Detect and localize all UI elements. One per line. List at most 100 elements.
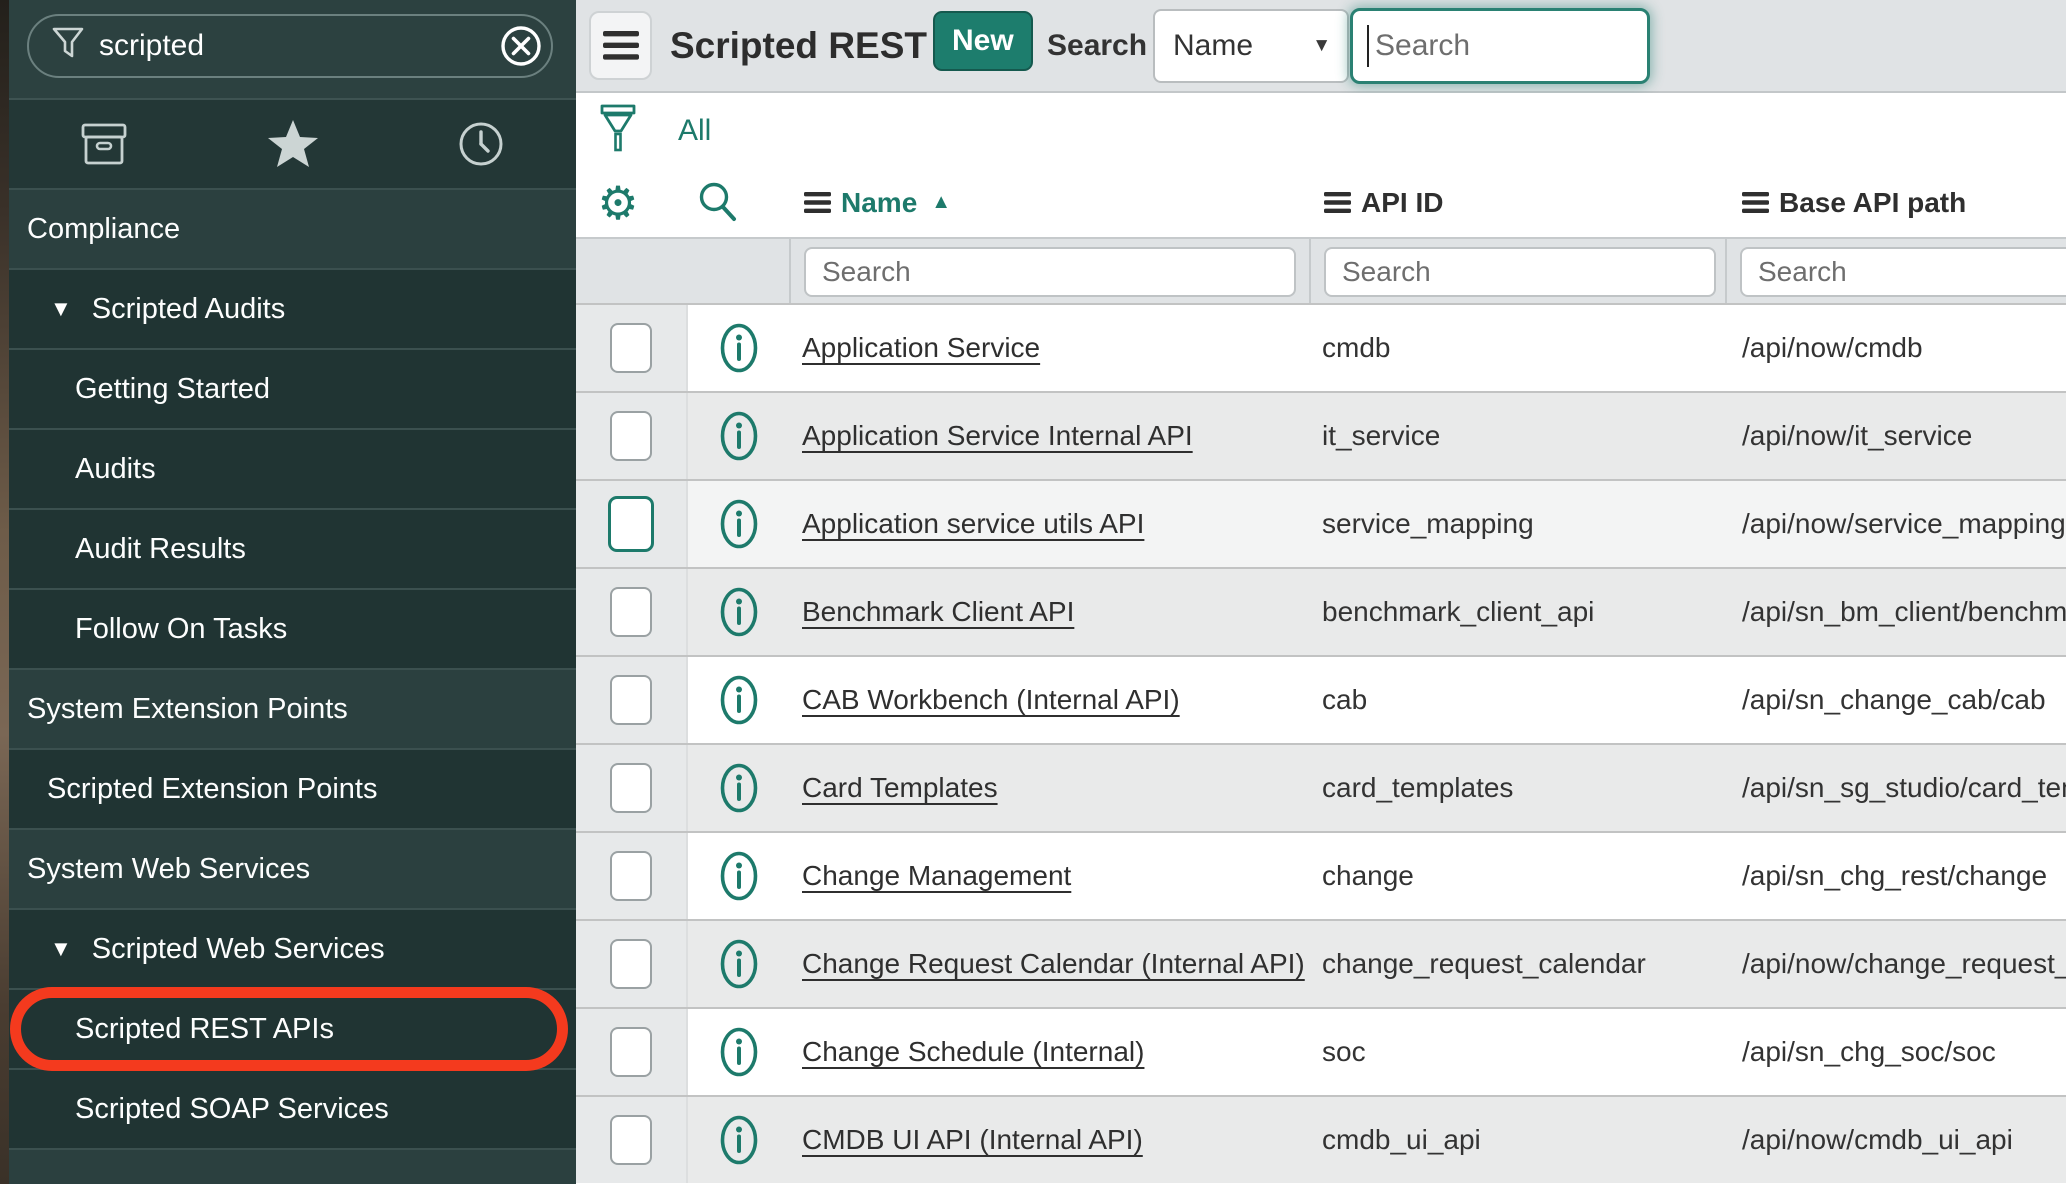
- name-cell: Change Request Calendar (Internal API): [789, 921, 1309, 1007]
- sidebar-item-blank: [0, 1148, 576, 1184]
- info-circle-icon[interactable]: [718, 584, 760, 640]
- table-row: CAB Workbench (Internal API)cab/api/sn_c…: [576, 655, 2066, 743]
- sidebar-item-label: Scripted Extension Points: [47, 773, 377, 806]
- sidebar-item-getting-started[interactable]: Getting Started: [0, 348, 576, 428]
- record-name-link[interactable]: Change Schedule (Internal): [802, 1036, 1144, 1068]
- expand-triangle-icon[interactable]: ▼: [50, 298, 72, 320]
- sidebar-item-scripted-web-services[interactable]: ▼ Scripted Web Services: [0, 908, 576, 988]
- sidebar-item-label: Compliance: [27, 213, 180, 246]
- sidebar-item-follow-on-tasks[interactable]: Follow On Tasks: [0, 588, 576, 668]
- favorites-star-icon[interactable]: [266, 118, 320, 170]
- record-name-link[interactable]: Application Service: [802, 332, 1040, 364]
- column-header-name[interactable]: Name ▲: [804, 168, 951, 237]
- name-column-search-input[interactable]: [804, 247, 1296, 297]
- info-circle-icon[interactable]: [718, 848, 760, 904]
- base-api-path-cell: /api/sn_bm_client/benchmark: [1725, 569, 2066, 655]
- new-record-button[interactable]: New: [933, 11, 1033, 71]
- table-row: Change Request Calendar (Internal API)ch…: [576, 919, 2066, 1007]
- row-select-checkbox[interactable]: [610, 1115, 652, 1165]
- list-menu-icon: [804, 192, 831, 213]
- api-id-cell: card_templates: [1309, 745, 1725, 831]
- sidebar-item-scripted-rest-apis[interactable]: Scripted REST APIs: [0, 988, 576, 1068]
- api-id-cell: service_mapping: [1309, 481, 1725, 567]
- record-name-link[interactable]: Application service utils API: [802, 508, 1144, 540]
- record-name-link[interactable]: Change Management: [802, 860, 1071, 892]
- api-id-column-search-input[interactable]: [1324, 247, 1716, 297]
- gear-icon[interactable]: ⚙: [590, 168, 646, 237]
- sidebar-item-label: System Extension Points: [27, 693, 348, 726]
- table-row: Change Managementchange/api/sn_chg_rest/…: [576, 831, 2066, 919]
- list-menu-icon: [1324, 192, 1351, 213]
- list-search-input[interactable]: [1350, 8, 1650, 84]
- column-header-api-id[interactable]: API ID: [1324, 168, 1443, 237]
- row-select-checkbox[interactable]: [610, 411, 652, 461]
- sidebar-item-label: Scripted SOAP Services: [75, 1093, 389, 1126]
- sidebar-item-scripted-audits[interactable]: ▼Scripted Audits: [0, 268, 576, 348]
- row-select-cell: [576, 305, 688, 391]
- info-circle-icon[interactable]: [718, 496, 760, 552]
- filter-funnel-icon[interactable]: [600, 103, 636, 164]
- navigator-filter-input[interactable]: [99, 29, 485, 63]
- info-circle-icon[interactable]: [718, 936, 760, 992]
- sidebar-item-system-web-services[interactable]: System Web Services: [0, 828, 576, 908]
- navigator-filter-field[interactable]: [27, 14, 553, 78]
- row-select-cell: [576, 1097, 688, 1183]
- row-select-checkbox[interactable]: [610, 675, 652, 725]
- row-select-cell: [576, 393, 688, 479]
- breadcrumb-all-link[interactable]: All: [678, 93, 711, 168]
- sort-ascending-icon: ▲: [931, 191, 951, 214]
- column-header-base-api-path[interactable]: Base API path: [1742, 168, 1966, 237]
- row-select-cell: [576, 745, 688, 831]
- record-name-link[interactable]: Application Service Internal API: [802, 420, 1193, 452]
- list-context-menu-button[interactable]: [589, 11, 652, 80]
- all-applications-box-icon[interactable]: [78, 120, 130, 168]
- sidebar-item-compliance[interactable]: Compliance: [0, 188, 576, 268]
- sidebar-item-audit-results[interactable]: Audit Results: [0, 508, 576, 588]
- desktop-background-sliver: [0, 0, 9, 1184]
- row-select-cell: [576, 1009, 688, 1095]
- row-select-checkbox[interactable]: [610, 851, 652, 901]
- record-name-link[interactable]: CAB Workbench (Internal API): [802, 684, 1180, 716]
- expand-triangle-icon[interactable]: ▼: [50, 938, 72, 960]
- sidebar-item-audits[interactable]: Audits: [0, 428, 576, 508]
- info-circle-icon[interactable]: [718, 672, 760, 728]
- row-select-checkbox[interactable]: [610, 323, 652, 373]
- info-circle-icon[interactable]: [718, 408, 760, 464]
- row-select-cell: [576, 921, 688, 1007]
- info-circle-icon[interactable]: [718, 1112, 760, 1168]
- row-select-checkbox[interactable]: [610, 587, 652, 637]
- sidebar-item-scripted-extension-points[interactable]: Scripted Extension Points: [0, 748, 576, 828]
- info-circle-icon[interactable]: [718, 1024, 760, 1080]
- search-field-select[interactable]: Name ▼: [1153, 9, 1349, 83]
- sidebar-item-system-extension-points[interactable]: System Extension Points: [0, 668, 576, 748]
- column-search-icon[interactable]: [692, 168, 744, 237]
- history-clock-icon[interactable]: [456, 119, 506, 169]
- record-name-link[interactable]: Benchmark Client API: [802, 596, 1074, 628]
- record-preview-cell: [688, 833, 789, 919]
- column-search-row: [576, 237, 2066, 303]
- name-cell: Benchmark Client API: [789, 569, 1309, 655]
- sidebar-item-label: Audit Results: [75, 533, 246, 566]
- api-id-cell: cmdb: [1309, 305, 1725, 391]
- sidebar-item-label: Scripted Web Services: [92, 933, 385, 966]
- record-preview-cell: [688, 569, 789, 655]
- record-name-link[interactable]: CMDB UI API (Internal API): [802, 1124, 1143, 1156]
- name-cell: Change Management: [789, 833, 1309, 919]
- row-select-checkbox[interactable]: [610, 763, 652, 813]
- row-select-checkbox[interactable]: [610, 939, 652, 989]
- info-circle-icon[interactable]: [718, 760, 760, 816]
- clear-filter-icon[interactable]: [499, 24, 543, 68]
- record-name-link[interactable]: Card Templates: [802, 772, 998, 804]
- sidebar-item-label: Follow On Tasks: [75, 613, 287, 646]
- base-api-path-cell: /api/sn_change_cab/cab: [1725, 657, 2066, 743]
- record-name-link[interactable]: Change Request Calendar (Internal API): [802, 948, 1305, 980]
- row-select-checkbox[interactable]: [608, 496, 654, 552]
- api-id-cell: soc: [1309, 1009, 1725, 1095]
- base-api-path-cell: /api/now/cmdb: [1725, 305, 2066, 391]
- record-preview-cell: [688, 745, 789, 831]
- info-circle-icon[interactable]: [718, 320, 760, 376]
- row-select-checkbox[interactable]: [610, 1027, 652, 1077]
- sidebar-item-scripted-soap-services[interactable]: Scripted SOAP Services: [0, 1068, 576, 1148]
- name-cell: CMDB UI API (Internal API): [789, 1097, 1309, 1183]
- base-api-path-column-search-input[interactable]: [1740, 247, 2066, 297]
